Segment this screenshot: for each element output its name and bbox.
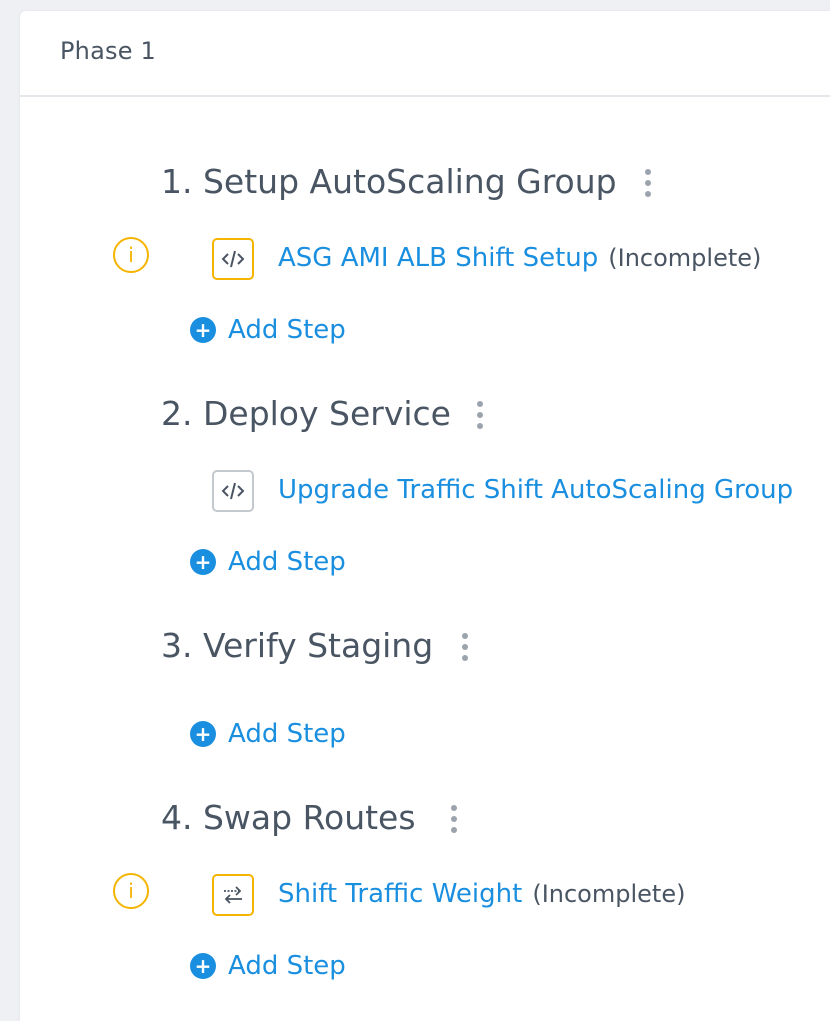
swap-arrows-icon	[212, 874, 254, 916]
phase-header: Phase 1	[20, 11, 830, 97]
phase-title: Phase 1	[60, 37, 156, 65]
add-step-label: Add Step	[228, 547, 346, 577]
add-step-label: Add Step	[228, 719, 346, 749]
section-title: 4. Swap Routes	[161, 798, 416, 837]
code-icon	[212, 238, 254, 280]
add-step-button[interactable]: + Add Step	[190, 315, 346, 345]
section-menu-kebab-icon[interactable]	[449, 803, 459, 835]
plus-icon: +	[190, 721, 216, 747]
section-title: 3. Verify Staging	[161, 626, 434, 665]
add-step-label: Add Step	[228, 315, 346, 345]
step-link[interactable]: Shift Traffic Weight (Incomplete)	[278, 879, 685, 909]
step-name[interactable]: Shift Traffic Weight	[278, 879, 522, 909]
step-link[interactable]: Upgrade Traffic Shift AutoScaling Group	[278, 475, 793, 505]
info-icon[interactable]: i	[113, 873, 149, 909]
add-step-button[interactable]: + Add Step	[190, 547, 346, 577]
code-icon	[212, 470, 254, 512]
section-menu-kebab-icon[interactable]	[475, 399, 485, 431]
plus-icon: +	[190, 549, 216, 575]
section-menu-kebab-icon[interactable]	[643, 167, 653, 199]
step-name[interactable]: Upgrade Traffic Shift AutoScaling Group	[278, 475, 793, 505]
add-step-button[interactable]: + Add Step	[190, 719, 346, 749]
plus-icon: +	[190, 317, 216, 343]
step-status: (Incomplete)	[608, 244, 762, 272]
section-title: 1. Setup AutoScaling Group	[161, 162, 617, 201]
step-link[interactable]: ASG AMI ALB Shift Setup (Incomplete)	[278, 243, 761, 273]
section-title: 2. Deploy Service	[161, 394, 451, 433]
step-status: (Incomplete)	[532, 880, 686, 908]
info-icon[interactable]: i	[113, 237, 149, 273]
plus-icon: +	[190, 953, 216, 979]
add-step-label: Add Step	[228, 951, 346, 981]
section-menu-kebab-icon[interactable]	[460, 631, 470, 663]
step-name[interactable]: ASG AMI ALB Shift Setup	[278, 243, 598, 273]
add-step-button[interactable]: + Add Step	[190, 951, 346, 981]
phase-panel: Phase 1 1. Setup AutoScaling Group i ASG…	[20, 11, 830, 1021]
